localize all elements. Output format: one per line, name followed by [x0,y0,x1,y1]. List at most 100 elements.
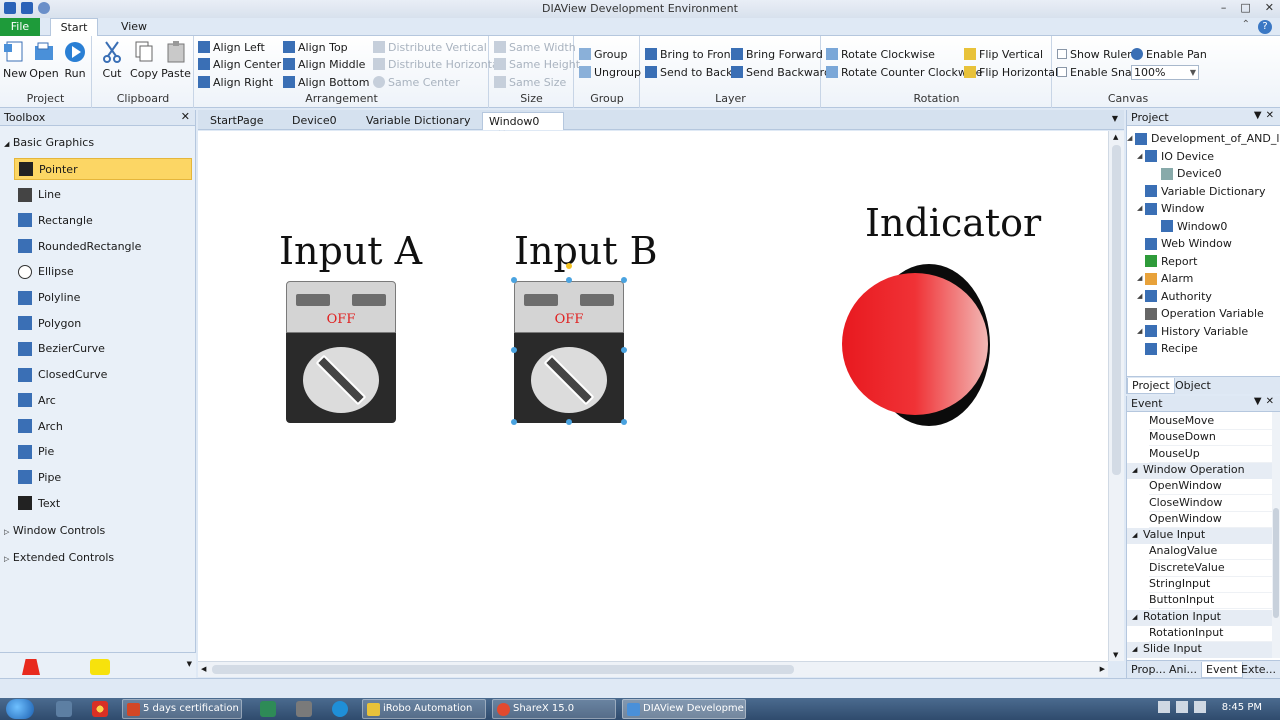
tree-item[interactable]: Development_of_AND_l [1135,130,1279,147]
selection-handle[interactable] [566,419,572,425]
clock[interactable]: 8:45 PM [1222,702,1262,713]
network-icon[interactable] [1176,701,1188,713]
help-icon[interactable]: ? [1258,20,1272,34]
event-item[interactable]: StringInput [1149,577,1273,593]
tree-item[interactable]: Window [1145,200,1204,217]
scroll-down-icon[interactable]: ▼ [1113,651,1118,659]
scroll-thumb[interactable] [212,665,794,674]
show-ruler-checkbox[interactable]: Show Ruler [1057,46,1132,62]
align-center-button[interactable]: Align Center [198,56,281,72]
scroll-up-icon[interactable]: ▲ [1113,133,1118,141]
section-basic-graphics[interactable]: ◢ Basic Graphics [4,136,94,149]
tree-item[interactable]: Variable Dictionary [1145,183,1265,200]
align-right-button[interactable]: Align Right [198,74,273,90]
tree-item[interactable]: IO Device [1145,148,1214,165]
task-sharex[interactable]: ShareX 15.0 [492,699,616,719]
tree-item[interactable]: Recipe [1145,340,1198,357]
tree-item[interactable]: Window0 [1161,218,1227,235]
tool-pointer[interactable]: Pointer [14,158,192,180]
selection-handle[interactable] [511,277,517,283]
run-button[interactable]: Run [60,40,90,80]
selection-handle[interactable] [621,347,627,353]
event-item[interactable]: MouseDown [1149,430,1273,447]
align-middle-button[interactable]: Align Middle [283,56,365,72]
section-window-controls[interactable]: ▷ Window Controls [4,524,105,537]
yellow-shape-icon[interactable] [90,659,110,675]
selector-switch-b[interactable]: OFF [514,281,624,423]
tool-polyline[interactable]: Polyline [14,287,192,309]
tab-extended[interactable]: Exte... [1237,662,1280,678]
file-explorer-icon[interactable] [56,701,72,717]
expand-icon[interactable]: ◢ [1137,327,1142,335]
same-size-button[interactable]: Same Size [494,74,566,90]
rotate-counter-clockwise-button[interactable]: Rotate Counter Clockwise [826,64,982,80]
scroll-down-icon[interactable]: ▼ [187,660,192,668]
enable-pan-button[interactable]: Enable Pan [1131,46,1207,62]
enable-snap-checkbox[interactable]: Enable Snap [1057,64,1139,80]
flip-horizontal-button[interactable]: Flip Horizontal [964,64,1058,80]
task-diaview[interactable]: DIAView Developme... [622,699,746,719]
tab-startpage[interactable]: StartPage [204,112,270,130]
show-ruler-check[interactable] [1057,49,1067,59]
selection-handle[interactable] [511,347,517,353]
event-section[interactable]: ◢ Slide Input [1127,642,1273,659]
tool-line[interactable]: Line [14,184,192,206]
tool-beziercurve[interactable]: BezierCurve [14,338,192,360]
app-icon[interactable] [296,701,312,717]
bring-forward-button[interactable]: Bring Forward [731,46,823,62]
zoom-select[interactable]: 100% ▼ [1131,65,1199,80]
panel-controls[interactable]: ▼✕ [1254,396,1278,407]
flip-vertical-button[interactable]: Flip Vertical [964,46,1043,62]
event-item[interactable]: ButtonInput [1149,593,1273,610]
expand-icon[interactable]: ◢ [1137,152,1142,160]
event-item[interactable]: DiscreteValue [1149,561,1273,577]
scroll-thumb[interactable] [1112,145,1121,475]
design-canvas[interactable]: Input A Input B Indicator OFF OFF [198,131,1108,661]
tab-window0[interactable]: Window0 ✕ [482,112,564,141]
event-item[interactable]: AnalogValue [1149,544,1273,561]
tree-item[interactable]: Web Window [1145,235,1232,252]
tab-list-icon[interactable]: ▼ [1112,114,1118,123]
event-item[interactable]: MouseUp [1149,447,1273,463]
expand-icon[interactable]: ◢ [1137,292,1142,300]
event-item[interactable]: CloseWindow [1149,496,1273,512]
bring-to-front-button[interactable]: Bring to Front [645,46,735,62]
expand-icon[interactable]: ◢ [1137,274,1142,282]
canvas-vertical-scrollbar[interactable]: ▲ ▼ [1108,131,1124,661]
same-width-button[interactable]: Same Width [494,39,576,55]
indicator-lamp[interactable] [838,259,998,429]
send-to-back-button[interactable]: Send to Back [645,64,732,80]
tray-icon[interactable] [1158,701,1170,713]
canvas-horizontal-scrollbar[interactable]: ◀ ▶ [198,661,1108,677]
tool-arch[interactable]: Arch [14,415,192,437]
event-section[interactable]: ◢ Rotation Input [1127,609,1273,626]
tool-polygon[interactable]: Polygon [14,312,192,334]
align-top-button[interactable]: Align Top [283,39,348,55]
tab-variable-dictionary[interactable]: Variable Dictionary [360,112,476,130]
align-left-button[interactable]: Align Left [198,39,265,55]
tree-item[interactable]: Alarm [1145,270,1193,287]
tree-item[interactable]: Operation Variable [1145,305,1264,322]
event-item[interactable]: OpenWindow [1149,512,1273,528]
task-folder[interactable]: iRobo Automation [362,699,486,719]
tree-item[interactable]: Device0 [1161,165,1222,182]
event-item[interactable]: MouseMove [1149,414,1273,430]
distribute-vertical-button[interactable]: Distribute Vertical [373,39,487,55]
tab-device0[interactable]: Device0 [286,112,343,130]
section-extended-controls[interactable]: ▷ Extended Controls [4,551,114,564]
ungroup-button[interactable]: Ungroup [579,64,641,80]
tool-ellipse[interactable]: Ellipse [14,261,192,283]
selector-switch-a[interactable]: OFF [286,281,396,423]
scroll-left-icon[interactable]: ◀ [201,665,206,673]
tool-rectangle[interactable]: Rectangle [14,209,192,231]
selection-handle[interactable] [511,419,517,425]
red-shape-icon[interactable] [22,659,40,675]
tab-animation[interactable]: Ani... [1165,662,1201,678]
close-icon[interactable]: ✕ [181,110,190,123]
minimize-icon[interactable]: – [1221,1,1227,14]
input-a-label[interactable]: Input A [279,229,422,273]
expand-icon[interactable]: ◢ [1137,204,1142,212]
selection-handle[interactable] [621,277,627,283]
tree-item[interactable]: Authority [1145,288,1212,305]
paste-button[interactable]: Paste [161,40,191,80]
